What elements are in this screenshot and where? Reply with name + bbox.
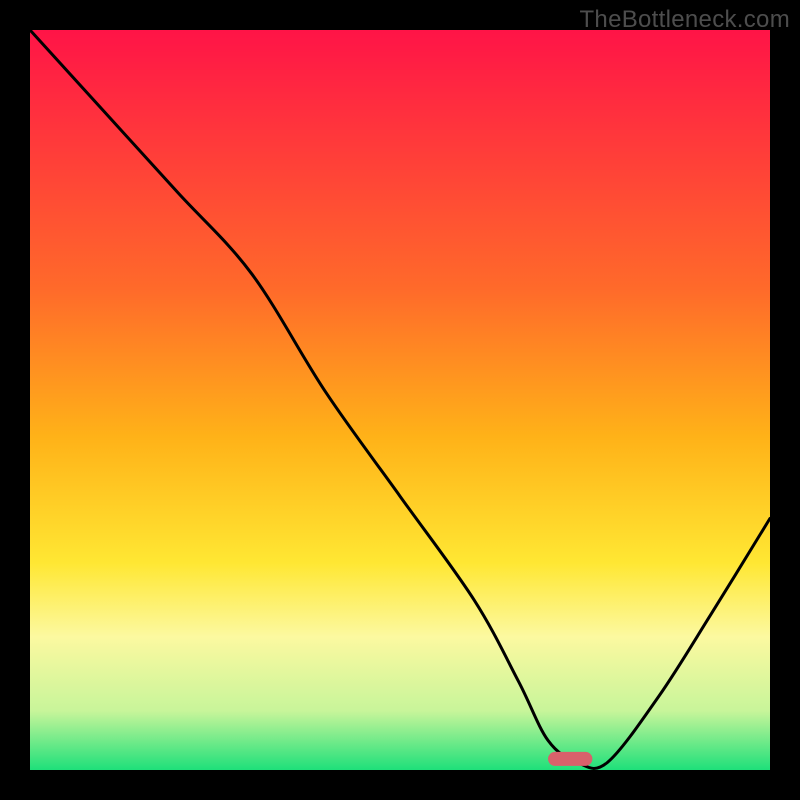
optimal-marker xyxy=(548,752,592,766)
chart-plot-bg xyxy=(30,30,770,770)
watermark-text: TheBottleneck.com xyxy=(579,6,790,34)
chart-container: TheBottleneck.com xyxy=(0,0,800,800)
bottleneck-chart xyxy=(0,0,800,800)
